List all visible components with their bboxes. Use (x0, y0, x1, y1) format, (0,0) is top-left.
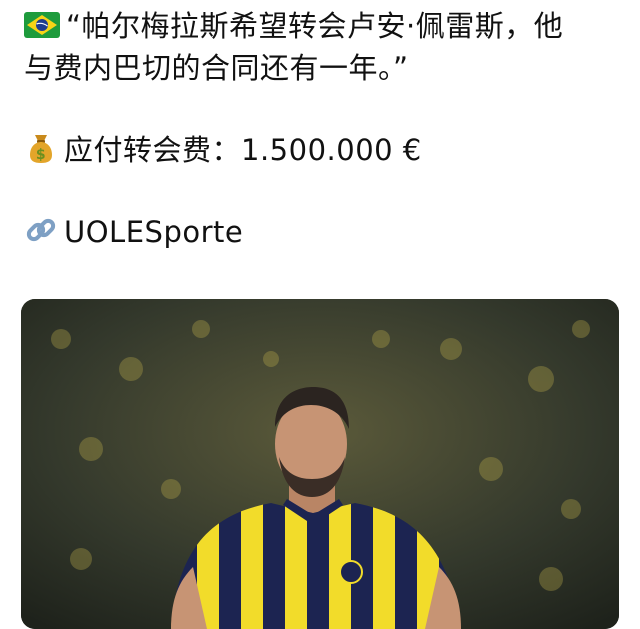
svg-text:$: $ (36, 147, 46, 163)
quote-text-1: “帕尔梅拉斯希望转会卢安·佩雷斯，他 (66, 9, 564, 43)
post-photo[interactable] (21, 299, 619, 629)
source-link[interactable]: UOLESporte (64, 215, 243, 249)
quote-text-2: 与费内巴切的合同还有一年。” (24, 51, 409, 85)
source-line: UOLESporte (24, 210, 620, 254)
transfer-fee-line: $ 应付转会费：1.500.000 € (24, 128, 620, 172)
brazil-flag-icon (24, 12, 60, 38)
quote-line-2: 与费内巴切的合同还有一年。” (24, 46, 620, 90)
link-icon (26, 218, 56, 242)
player-photo-image (21, 299, 619, 629)
social-post: “帕尔梅拉斯希望转会卢安·佩雷斯，他 与费内巴切的合同还有一年。” $ 应付转会… (0, 0, 640, 629)
money-bag-icon: $ (30, 135, 52, 163)
quote-line-1: “帕尔梅拉斯希望转会卢安·佩雷斯，他 (24, 4, 620, 48)
transfer-fee-text: 应付转会费：1.500.000 € (64, 133, 422, 167)
